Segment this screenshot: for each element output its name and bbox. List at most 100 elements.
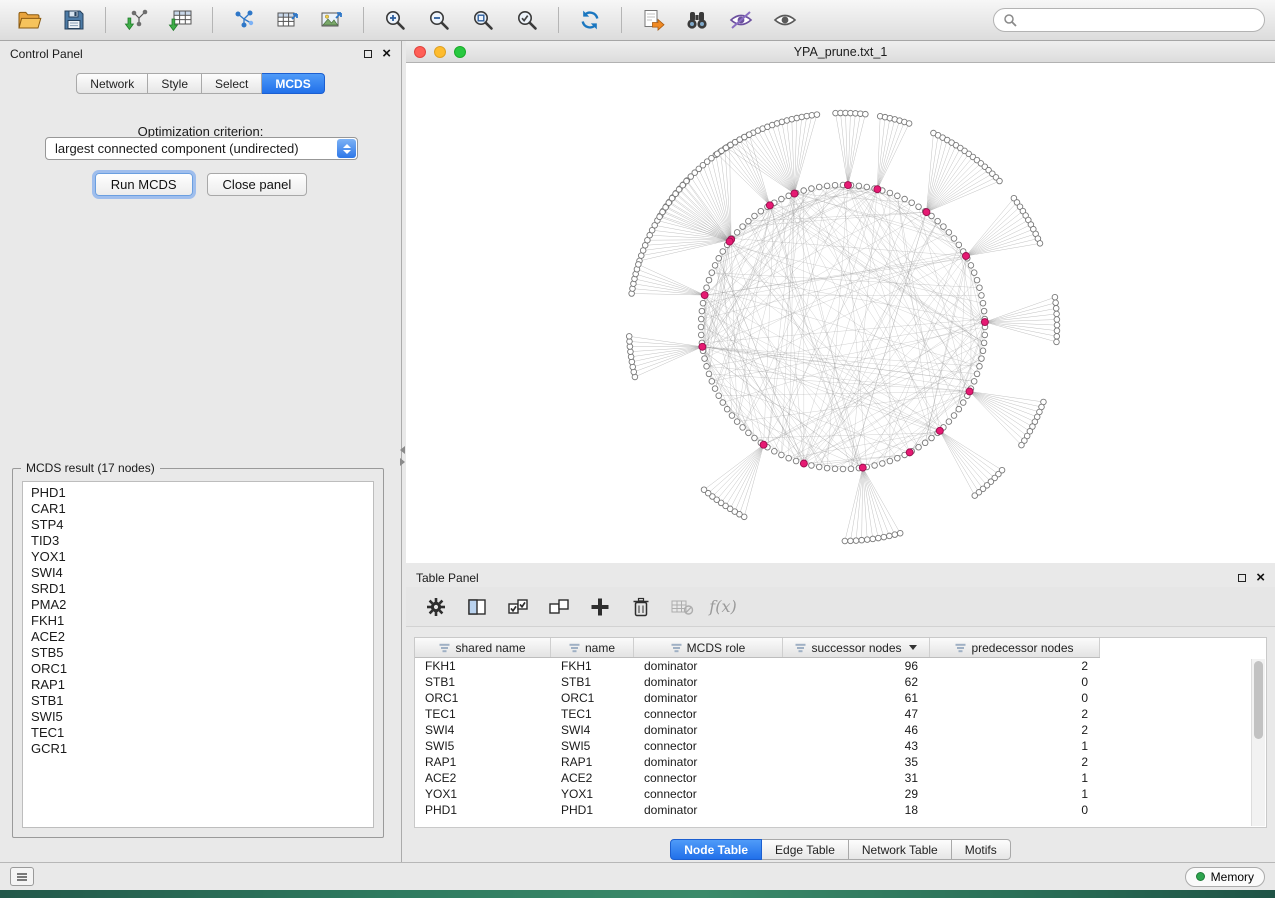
mcds-result-item[interactable]: PHD1 xyxy=(23,485,373,501)
table-cell-pred[interactable]: 0 xyxy=(930,803,1100,817)
table-row[interactable]: YOX1YOX1connector291 xyxy=(415,786,1266,802)
select-all-button[interactable] xyxy=(502,592,534,622)
mcds-result-item[interactable]: PMA2 xyxy=(23,597,373,613)
export-image-button[interactable] xyxy=(312,3,352,37)
table-cell-succ[interactable]: 96 xyxy=(783,659,930,673)
table-cell-shared[interactable]: YOX1 xyxy=(415,787,551,801)
mcds-result-item[interactable]: YOX1 xyxy=(23,549,373,565)
table-row[interactable]: TEC1TEC1connector472 xyxy=(415,706,1266,722)
mcds-result-item[interactable]: TID3 xyxy=(23,533,373,549)
table-cell-role[interactable]: connector xyxy=(634,739,783,753)
panel-splitter[interactable] xyxy=(398,446,406,472)
float-panel-icon[interactable] xyxy=(364,50,372,58)
save-session-button[interactable] xyxy=(54,3,94,37)
mcds-result-item[interactable]: TEC1 xyxy=(23,725,373,741)
show-columns-button[interactable] xyxy=(461,592,493,622)
table-cell-role[interactable]: dominator xyxy=(634,723,783,737)
network-window-titlebar[interactable]: YPA_prune.txt_1 xyxy=(406,41,1275,63)
table-cell-shared[interactable]: STB1 xyxy=(415,675,551,689)
table-cell-pred[interactable]: 2 xyxy=(930,723,1100,737)
table-cell-shared[interactable]: ACE2 xyxy=(415,771,551,785)
table-cell-shared[interactable]: RAP1 xyxy=(415,755,551,769)
table-cell-name[interactable]: SWI4 xyxy=(551,723,634,737)
memory-button[interactable]: Memory xyxy=(1185,867,1265,887)
table-cell-name[interactable]: TEC1 xyxy=(551,707,634,721)
float-table-panel-icon[interactable] xyxy=(1238,574,1246,582)
table-cell-role[interactable]: connector xyxy=(634,787,783,801)
table-cell-role[interactable]: dominator xyxy=(634,691,783,705)
table-row[interactable]: SWI5SWI5connector431 xyxy=(415,738,1266,754)
table-cell-role[interactable]: connector xyxy=(634,771,783,785)
collapse-right-icon[interactable] xyxy=(400,458,405,466)
table-cell-pred[interactable]: 2 xyxy=(930,659,1100,673)
table-cell-role[interactable]: dominator xyxy=(634,659,783,673)
table-cell-succ[interactable]: 61 xyxy=(783,691,930,705)
zoom-fit-button[interactable] xyxy=(463,3,503,37)
run-mcds-button[interactable]: Run MCDS xyxy=(95,173,193,196)
find-button[interactable] xyxy=(677,3,717,37)
add-column-button[interactable] xyxy=(584,592,616,622)
search-input[interactable] xyxy=(1022,13,1255,27)
table-cell-succ[interactable]: 35 xyxy=(783,755,930,769)
mcds-result-item[interactable]: STB5 xyxy=(23,645,373,661)
new-network-button[interactable] xyxy=(224,3,264,37)
column-header-shared-name[interactable]: shared name xyxy=(415,638,551,657)
zoom-selected-button[interactable] xyxy=(507,3,547,37)
table-cell-name[interactable]: YOX1 xyxy=(551,787,634,801)
table-cell-pred[interactable]: 2 xyxy=(930,755,1100,769)
zoom-in-button[interactable] xyxy=(375,3,415,37)
close-panel-icon[interactable]: × xyxy=(382,49,391,59)
tab-network-table[interactable]: Network Table xyxy=(849,839,952,860)
table-row[interactable]: SWI4SWI4dominator462 xyxy=(415,722,1266,738)
mcds-result-item[interactable]: FKH1 xyxy=(23,613,373,629)
collapse-left-icon[interactable] xyxy=(400,446,405,454)
close-table-panel-icon[interactable]: × xyxy=(1256,573,1265,583)
export-table-button[interactable] xyxy=(268,3,308,37)
table-cell-shared[interactable]: ORC1 xyxy=(415,691,551,705)
tab-style[interactable]: Style xyxy=(148,73,202,94)
mcds-result-item[interactable]: ORC1 xyxy=(23,661,373,677)
delete-column-button[interactable] xyxy=(625,592,657,622)
column-header-mcds-role[interactable]: MCDS role xyxy=(634,638,783,657)
close-panel-button[interactable]: Close panel xyxy=(207,173,308,196)
table-cell-pred[interactable]: 1 xyxy=(930,739,1100,753)
table-cell-succ[interactable]: 46 xyxy=(783,723,930,737)
table-cell-pred[interactable]: 0 xyxy=(930,691,1100,705)
table-scrollbar[interactable] xyxy=(1251,659,1265,826)
mcds-result-item[interactable]: SWI4 xyxy=(23,565,373,581)
table-row[interactable]: PHD1PHD1dominator180 xyxy=(415,802,1266,818)
table-cell-role[interactable]: dominator xyxy=(634,755,783,769)
table-cell-shared[interactable]: SWI4 xyxy=(415,723,551,737)
import-network-button[interactable] xyxy=(117,3,157,37)
table-cell-name[interactable]: ORC1 xyxy=(551,691,634,705)
mcds-result-item[interactable]: GCR1 xyxy=(23,741,373,757)
tab-node-table[interactable]: Node Table xyxy=(670,839,762,860)
table-cell-shared[interactable]: TEC1 xyxy=(415,707,551,721)
table-cell-succ[interactable]: 18 xyxy=(783,803,930,817)
table-cell-succ[interactable]: 43 xyxy=(783,739,930,753)
mcds-result-item[interactable]: RAP1 xyxy=(23,677,373,693)
apply-layout-button[interactable] xyxy=(570,3,610,37)
table-cell-name[interactable]: STB1 xyxy=(551,675,634,689)
table-cell-name[interactable]: PHD1 xyxy=(551,803,634,817)
mcds-result-item[interactable]: SWI5 xyxy=(23,709,373,725)
deselect-all-button[interactable] xyxy=(543,592,575,622)
tab-motifs[interactable]: Motifs xyxy=(952,839,1011,860)
tab-network[interactable]: Network xyxy=(76,73,148,94)
tab-select[interactable]: Select xyxy=(202,73,262,94)
table-cell-pred[interactable]: 0 xyxy=(930,675,1100,689)
mcds-result-item[interactable]: STP4 xyxy=(23,517,373,533)
table-cell-name[interactable]: ACE2 xyxy=(551,771,634,785)
column-header-successor-nodes[interactable]: successor nodes xyxy=(783,638,930,657)
column-header-predecessor-nodes[interactable]: predecessor nodes xyxy=(930,638,1100,657)
table-row[interactable]: RAP1RAP1dominator352 xyxy=(415,754,1266,770)
table-cell-pred[interactable]: 2 xyxy=(930,707,1100,721)
table-row[interactable]: ACE2ACE2connector311 xyxy=(415,770,1266,786)
mcds-result-item[interactable]: STB1 xyxy=(23,693,373,709)
table-row[interactable]: STB1STB1dominator620 xyxy=(415,674,1266,690)
table-cell-role[interactable]: dominator xyxy=(634,675,783,689)
mcds-result-item[interactable]: ACE2 xyxy=(23,629,373,645)
duplicate-network-button[interactable] xyxy=(633,3,673,37)
open-session-button[interactable] xyxy=(10,3,50,37)
table-cell-name[interactable]: RAP1 xyxy=(551,755,634,769)
